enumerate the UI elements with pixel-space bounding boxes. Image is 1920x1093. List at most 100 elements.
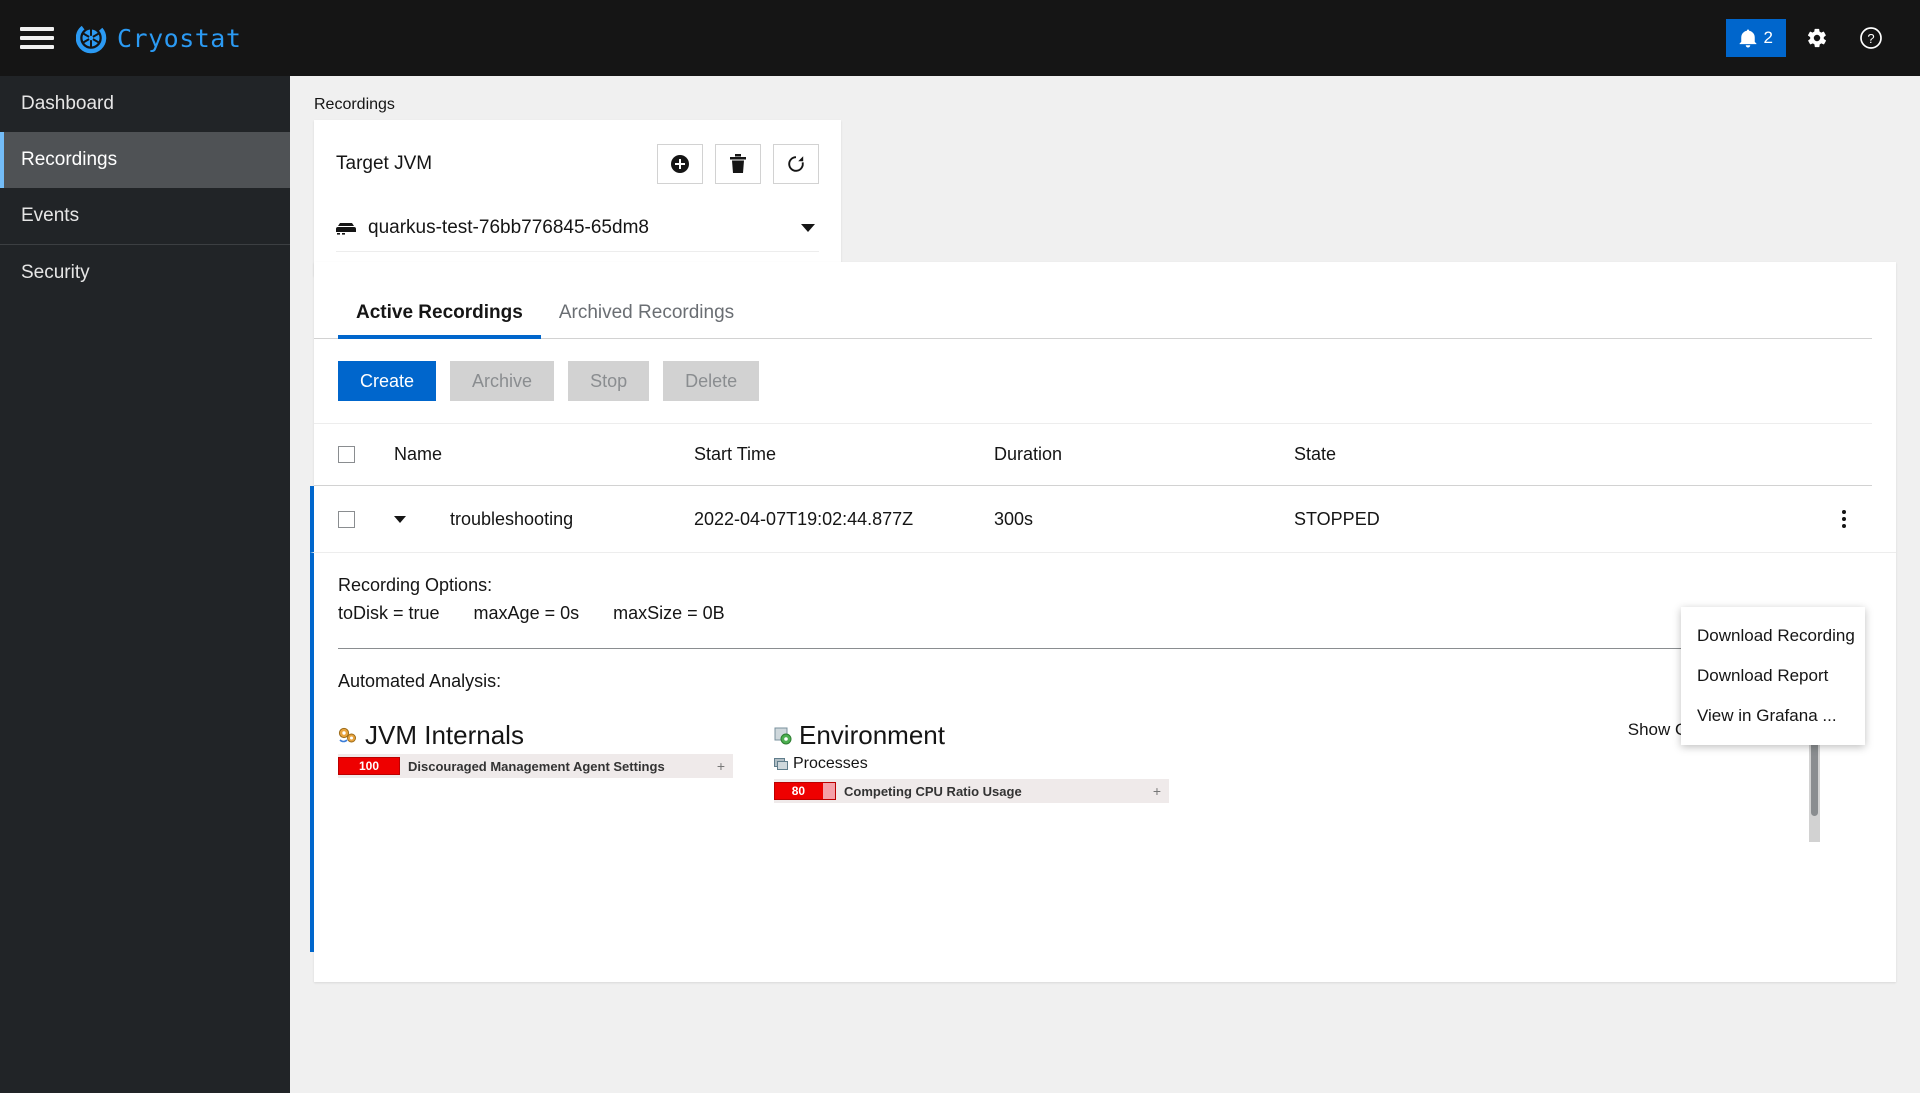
target-header-row: Target JVM [336, 144, 819, 184]
main-content: Recordings Target JVM quarkus-test-76bb7… [290, 76, 1920, 1093]
gear-icon [1807, 28, 1827, 48]
recordings-tabs: Active Recordings Archived Recordings [314, 262, 1872, 339]
brand-name: Cryostat [117, 23, 242, 53]
trash-icon [730, 154, 746, 173]
masthead: Cryostat 2 ? [0, 0, 1920, 76]
menu-item-view-in-grafana[interactable]: View in Grafana ... [1681, 696, 1865, 736]
plus-circle-icon [671, 155, 689, 173]
rule-name: Discouraged Management Agent Settings [408, 758, 665, 774]
refresh-icon [788, 156, 804, 172]
sidebar-item-security[interactable]: Security [0, 245, 290, 301]
row-actions-kebab-icon[interactable] [1832, 501, 1856, 537]
rule-expand-icon[interactable]: + [1153, 783, 1161, 799]
option-to-disk: toDisk = true [338, 603, 440, 623]
table-header: Name Start Time Duration State [314, 424, 1872, 486]
archive-recording-button[interactable]: Archive [450, 361, 555, 401]
target-action-buttons [657, 144, 819, 184]
cogs-icon [338, 727, 356, 742]
select-all-checkbox[interactable] [338, 446, 355, 463]
analysis-rule-row[interactable]: 100 Discouraged Management Agent Setting… [338, 754, 733, 778]
recordings-toolbar: Create Archive Stop Delete [314, 339, 1872, 424]
caret-down-icon[interactable] [801, 223, 815, 232]
tab-label: Archived Recordings [558, 302, 735, 323]
notifications-button[interactable]: 2 [1725, 19, 1786, 57]
target-select[interactable]: quarkus-test-76bb776845-65dm8 [336, 210, 819, 252]
brand-logo-link[interactable]: Cryostat [76, 22, 241, 54]
tab-active-recordings[interactable]: Active Recordings [338, 296, 541, 339]
analysis-category-environment: Environment Processes 80 Competing CPU R… [774, 720, 1174, 803]
sidebar-item-label: Dashboard [21, 93, 114, 114]
row-expand-cell [394, 515, 450, 523]
rule-score-bar: 100 [338, 757, 400, 775]
option-max-age: maxAge = 0s [473, 603, 580, 623]
sidebar-item-label: Recordings [21, 149, 118, 170]
sidebar-item-recordings[interactable]: Recordings [0, 132, 290, 188]
target-jvm-card: Target JVM quarkus-test-76bb776845-65dm8 [314, 120, 841, 276]
rule-score-value: 80 [791, 784, 806, 798]
recording-options-title: Recording Options: [338, 575, 493, 595]
column-header-name[interactable]: Name [394, 444, 694, 465]
cryostat-logo-icon [76, 22, 107, 54]
select-all-cell [338, 446, 394, 463]
stop-recording-button[interactable]: Stop [568, 361, 650, 401]
bell-icon [1739, 29, 1756, 47]
rule-expand-icon[interactable]: + [717, 758, 725, 774]
target-select-value: quarkus-test-76bb776845-65dm8 [368, 216, 649, 238]
target-select-value-group: quarkus-test-76bb776845-65dm8 [336, 217, 649, 239]
sidebar-item-label: Events [21, 205, 80, 226]
tab-archived-recordings[interactable]: Archived Recordings [541, 296, 752, 338]
help-button[interactable]: ? [1848, 15, 1894, 61]
svg-text:?: ? [1867, 31, 1874, 46]
column-header-state[interactable]: State [1294, 444, 1594, 465]
analysis-category-header: Environment [774, 720, 1174, 751]
hamburger-icon[interactable] [20, 25, 54, 51]
analysis-rule-row[interactable]: 80 Competing CPU Ratio Usage + [774, 779, 1169, 803]
option-max-size: maxSize = 0B [613, 603, 725, 623]
analysis-category-name: JVM Internals [365, 720, 524, 750]
create-recording-button[interactable]: Create [338, 361, 437, 401]
menu-item-download-recording[interactable]: Download Recording [1681, 616, 1865, 656]
delete-target-button[interactable] [715, 144, 761, 184]
rule-name: Competing CPU Ratio Usage [844, 783, 1022, 799]
rule-score-bar: 80 [774, 782, 836, 800]
row-actions-menu: Download Recording Download Report View … [1681, 607, 1865, 745]
cell-start-time: 2022-04-07T19:02:44.877Z [694, 508, 914, 529]
row-select-checkbox[interactable] [338, 510, 355, 528]
refresh-targets-button[interactable] [773, 144, 819, 184]
page-title: Recordings [314, 96, 395, 113]
analysis-category-header: JVM Internals [338, 720, 738, 751]
recording-options-values: toDisk = true maxAge = 0s maxSize = 0B [338, 596, 1896, 624]
column-header-start-time[interactable]: Start Time [694, 444, 994, 465]
tab-label: Active Recordings [356, 302, 523, 323]
cell-duration: 300s [994, 508, 1034, 529]
row-select-cell [338, 510, 394, 528]
create-target-button[interactable] [657, 144, 703, 184]
cell-name: troubleshooting [450, 508, 574, 529]
settings-button[interactable] [1794, 15, 1840, 61]
analysis-category-jvm-internals: JVM Internals 100 Discouraged Management… [338, 720, 738, 803]
processes-icon [774, 758, 788, 770]
menu-item-download-report[interactable]: Download Report [1681, 656, 1865, 696]
sidebar-item-label: Security [21, 262, 90, 283]
server-icon [336, 222, 356, 235]
target-jvm-label: Target JVM [336, 153, 433, 174]
recordings-card: Active Recordings Archived Recordings Cr… [310, 262, 1896, 982]
analysis-category-name: Environment [799, 720, 945, 750]
notifications-count: 2 [1763, 28, 1773, 47]
rule-score-value: 100 [358, 759, 380, 773]
row-detail-panel: Recording Options: toDisk = true maxAge … [310, 552, 1896, 952]
column-header-duration[interactable]: Duration [994, 444, 1294, 465]
automated-analysis-body: JVM Internals 100 Discouraged Management… [338, 692, 1896, 842]
masthead-actions: 2 ? [1725, 15, 1920, 61]
environment-icon [774, 727, 792, 744]
sidebar-item-dashboard[interactable]: Dashboard [0, 76, 290, 132]
sidebar: Dashboard Recordings Events Security [0, 76, 290, 1093]
analysis-subcategory-name: Processes [793, 755, 868, 772]
sidebar-item-events[interactable]: Events [0, 188, 290, 244]
analysis-subcategory-processes: Processes [774, 751, 1174, 776]
delete-recording-button[interactable]: Delete [663, 361, 760, 401]
automated-analysis-title: Automated Analysis: [338, 671, 502, 691]
row-expand-toggle-icon[interactable] [394, 515, 406, 523]
table-row: troubleshooting 2022-04-07T19:02:44.877Z… [310, 486, 1896, 552]
cell-state: STOPPED [1294, 508, 1380, 529]
